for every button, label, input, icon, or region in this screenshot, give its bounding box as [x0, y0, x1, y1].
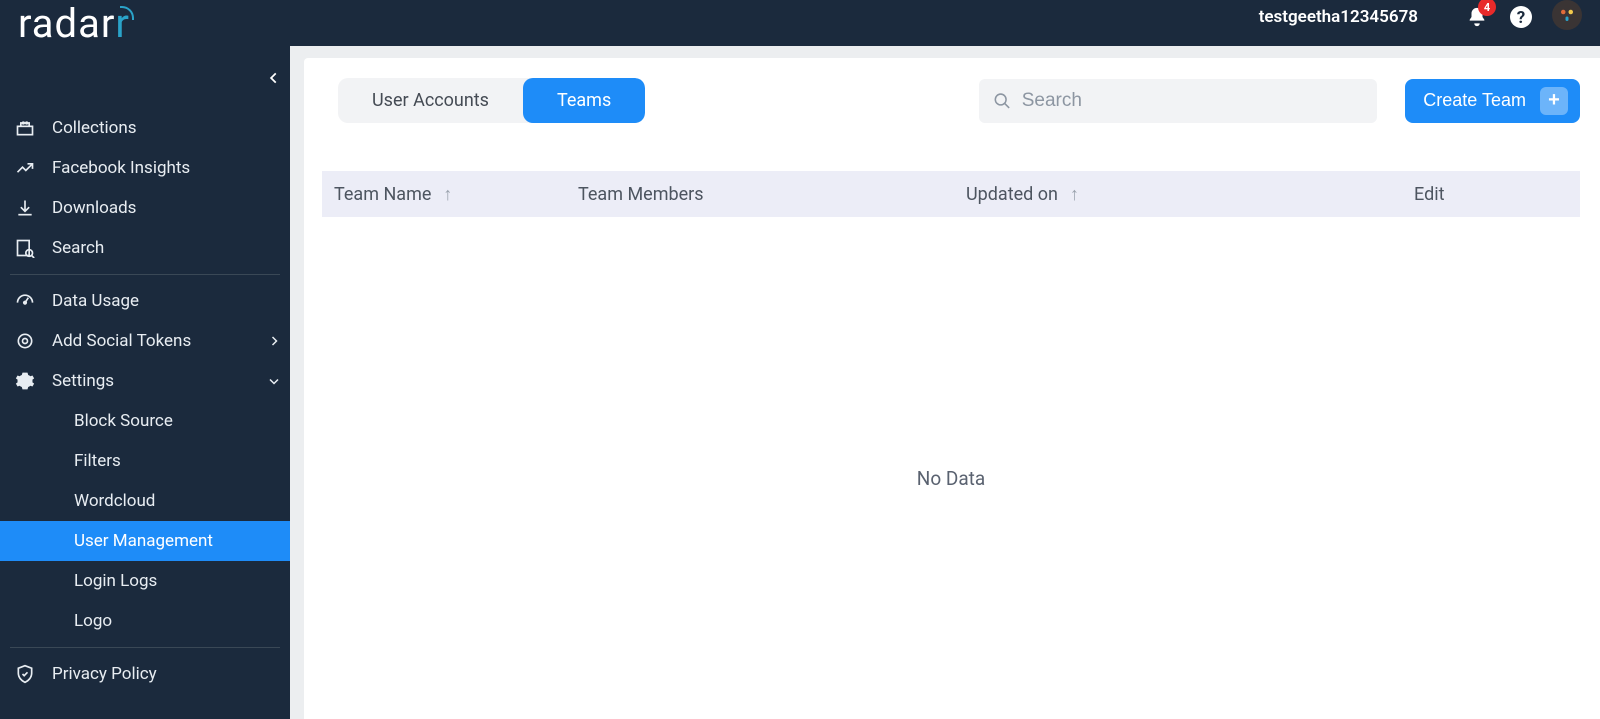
search-input[interactable] [1022, 90, 1364, 112]
column-label: Team Members [578, 184, 704, 205]
sidebar-item-facebook-insights[interactable]: Facebook Insights [0, 148, 290, 188]
column-edit: Edit [1414, 184, 1580, 205]
collections-icon [14, 117, 36, 139]
sidebar-subitem-login-logs[interactable]: Login Logs [0, 561, 290, 601]
column-label: Edit [1414, 184, 1444, 205]
sidebar-item-label: Add Social Tokens [52, 331, 191, 351]
sidebar-item-label: Downloads [52, 198, 136, 218]
sort-arrow-up-icon: ↑ [1070, 184, 1079, 205]
token-icon [14, 330, 36, 352]
page-search-icon [14, 237, 36, 259]
logo-text-a: radar [18, 0, 115, 47]
sidebar-collapse-button[interactable] [264, 68, 284, 88]
column-label: Team Name [334, 184, 431, 205]
help-button[interactable]: ? [1508, 4, 1534, 30]
sidebar-item-label: Facebook Insights [52, 158, 190, 178]
sidebar-item-privacy-policy[interactable]: Privacy Policy [0, 654, 290, 694]
notification-badge: 4 [1478, 0, 1496, 16]
sidebar-item-settings[interactable]: Settings [0, 361, 290, 401]
chevron-right-icon [268, 335, 280, 347]
column-team-name[interactable]: Team Name ↑ [334, 184, 578, 205]
logo-text-b: r [115, 0, 130, 47]
divider [10, 647, 280, 648]
gear-icon [14, 370, 36, 392]
chevron-down-icon [268, 375, 280, 387]
column-label: Updated on [966, 184, 1058, 205]
tab-teams[interactable]: Teams [523, 78, 645, 123]
column-updated-on[interactable]: Updated on ↑ [966, 184, 1414, 205]
sidebar-item-label: Wordcloud [74, 491, 155, 511]
table-header: Team Name ↑ Team Members Updated on ↑ Ed… [322, 171, 1580, 217]
tabs: User Accounts Teams [338, 78, 645, 123]
plus-icon: + [1540, 87, 1568, 115]
sidebar-item-label: Data Usage [52, 291, 139, 311]
tab-user-accounts[interactable]: User Accounts [338, 78, 523, 123]
sidebar-item-label: Collections [52, 118, 137, 138]
sidebar-item-downloads[interactable]: Downloads [0, 188, 290, 228]
help-icon: ? [1509, 5, 1533, 29]
sidebar-item-label: Privacy Policy [52, 664, 157, 684]
sidebar-item-data-usage[interactable]: Data Usage [0, 281, 290, 321]
sidebar-item-search[interactable]: Search [0, 228, 290, 268]
sidebar-item-label: Filters [74, 451, 121, 471]
sidebar-item-add-social-tokens[interactable]: Add Social Tokens [0, 321, 290, 361]
avatar[interactable] [1552, 0, 1582, 30]
svg-text:?: ? [1517, 8, 1525, 28]
column-team-members[interactable]: Team Members [578, 184, 966, 205]
sidebar-subitem-user-management[interactable]: User Management [0, 521, 290, 561]
sidebar-subitem-wordcloud[interactable]: Wordcloud [0, 481, 290, 521]
download-icon [14, 197, 36, 219]
nav-section: Collections Facebook Insights Downloads … [0, 62, 290, 694]
search-icon [993, 91, 1011, 111]
controls-row: User Accounts Teams Create Team + [322, 78, 1580, 123]
sidebar-item-label: Block Source [74, 411, 173, 431]
no-data-message: No Data [322, 467, 1580, 490]
user-avatar-icon [1558, 6, 1576, 24]
sidebar-item-label: Settings [52, 371, 114, 391]
notifications-button[interactable]: 4 [1464, 4, 1490, 30]
username-label: testgeetha12345678 [1259, 7, 1418, 27]
search-box[interactable] [979, 79, 1377, 123]
sort-arrow-up-icon: ↑ [443, 184, 452, 205]
sidebar-item-collections[interactable]: Collections [0, 108, 290, 148]
divider [10, 274, 280, 275]
sidebar: radarr Collections Facebook Insights Dow… [0, 0, 290, 719]
sidebar-subitem-logo[interactable]: Logo [0, 601, 290, 641]
sidebar-item-label: Logo [74, 611, 112, 631]
app-logo: radarr [18, 0, 130, 47]
create-team-button[interactable]: Create Team + [1405, 79, 1580, 123]
main: User Accounts Teams Create Team + Team N… [304, 58, 1600, 719]
sidebar-item-label: User Management [74, 531, 213, 551]
shield-icon [14, 663, 36, 685]
sidebar-item-label: Search [52, 238, 104, 258]
gauge-icon [14, 290, 36, 312]
create-team-label: Create Team [1423, 90, 1526, 111]
sidebar-subitem-block-source[interactable]: Block Source [0, 401, 290, 441]
sidebar-item-label: Login Logs [74, 571, 157, 591]
chart-icon [14, 157, 36, 179]
chevron-left-icon [267, 71, 281, 85]
sidebar-subitem-filters[interactable]: Filters [0, 441, 290, 481]
